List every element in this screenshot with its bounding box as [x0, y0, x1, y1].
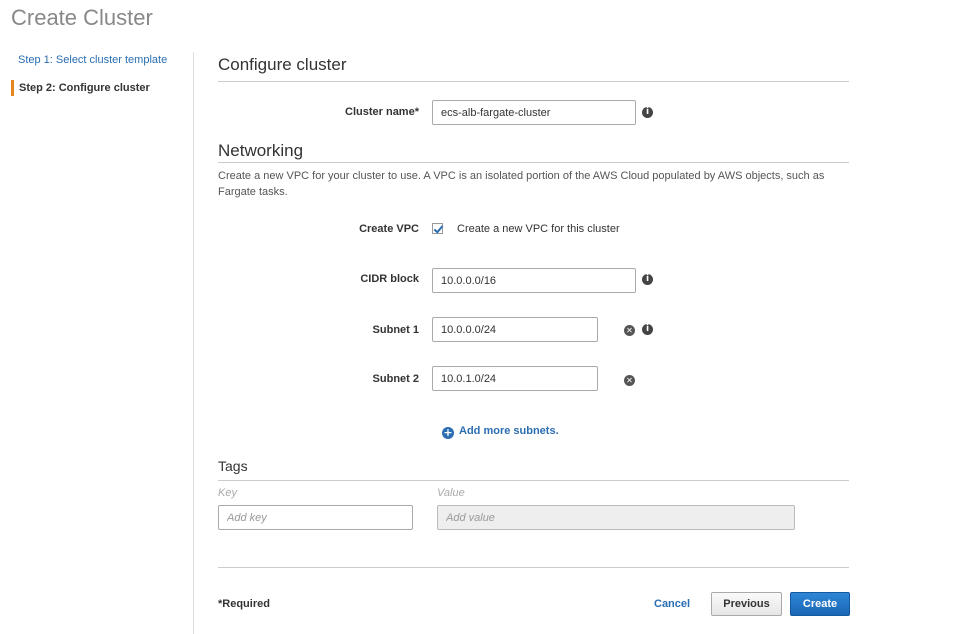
- cidr-block-input[interactable]: [432, 268, 636, 293]
- divider: [218, 162, 849, 163]
- cidr-block-label: CIDR block: [360, 273, 419, 285]
- create-cluster-page: Create Cluster Step 1: Select cluster te…: [0, 0, 962, 634]
- page-title: Create Cluster: [11, 5, 153, 30]
- configure-cluster-heading: Configure cluster: [218, 55, 347, 74]
- sidebar-step-1[interactable]: Step 1: Select cluster template: [11, 54, 167, 66]
- create-vpc-checkbox[interactable]: [432, 223, 443, 234]
- plus-circle-icon: +: [442, 426, 454, 439]
- create-vpc-checkbox-label[interactable]: Create a new VPC for this cluster: [457, 223, 620, 235]
- subnet-2-label: Subnet 2: [372, 373, 419, 385]
- required-note: *Required: [218, 598, 270, 610]
- tags-heading: Tags: [218, 458, 248, 474]
- sidebar-step-2: Step 2: Configure cluster: [11, 80, 150, 96]
- remove-subnet-1-icon[interactable]: ✕: [624, 325, 635, 336]
- tag-value-input[interactable]: [437, 505, 795, 530]
- create-button[interactable]: Create: [790, 592, 850, 616]
- info-icon[interactable]: i: [642, 107, 653, 118]
- subnet-1-label: Subnet 1: [372, 324, 419, 336]
- tags-value-header: Value: [437, 487, 465, 499]
- add-more-subnets-label: Add more subnets.: [459, 425, 559, 437]
- networking-heading: Networking: [218, 141, 304, 160]
- divider: [218, 567, 849, 568]
- add-more-subnets-link[interactable]: + Add more subnets.: [442, 425, 559, 439]
- tag-key-input[interactable]: [218, 505, 413, 530]
- remove-subnet-2-icon[interactable]: ✕: [624, 375, 635, 386]
- networking-description: Create a new VPC for your cluster to use…: [218, 170, 825, 198]
- subnet-1-input[interactable]: [432, 317, 598, 342]
- info-icon[interactable]: i: [642, 324, 653, 335]
- cancel-button[interactable]: Cancel: [654, 598, 690, 610]
- divider: [218, 81, 849, 82]
- tags-key-header: Key: [218, 487, 237, 499]
- divider: [218, 480, 849, 481]
- previous-button[interactable]: Previous: [711, 592, 782, 616]
- create-vpc-label: Create VPC: [359, 223, 419, 235]
- info-icon[interactable]: i: [642, 274, 653, 285]
- cluster-name-label: Cluster name*: [345, 106, 419, 118]
- cluster-name-input[interactable]: [432, 100, 636, 125]
- wizard-sidebar: Step 1: Select cluster template Step 2: …: [11, 52, 194, 634]
- subnet-2-input[interactable]: [432, 366, 598, 391]
